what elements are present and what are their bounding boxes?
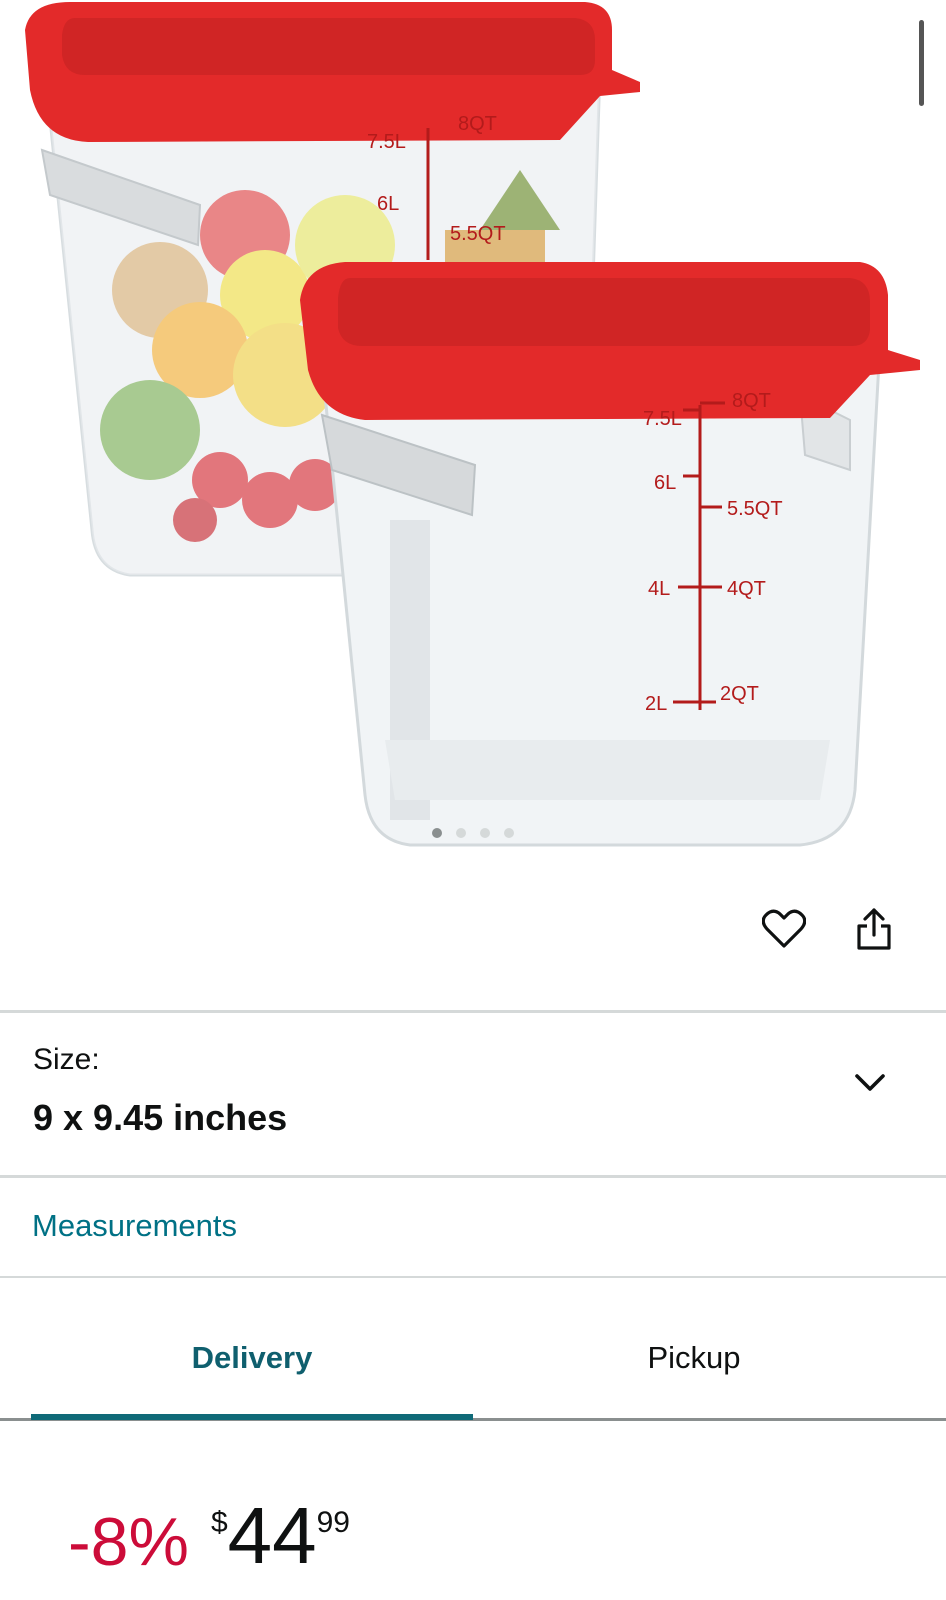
product-actions: [760, 905, 898, 953]
page-scrollbar[interactable]: [919, 20, 924, 106]
wishlist-button[interactable]: [760, 905, 808, 953]
fulfillment-tabs: Delivery Pickup: [0, 1302, 946, 1421]
discount-percent: -8%: [68, 1504, 189, 1580]
back-mark-6l: 6L: [377, 193, 399, 215]
price: $ 44 99: [211, 1490, 350, 1576]
price-whole: 44: [227, 1491, 317, 1580]
front-mark-4l: 4L: [648, 578, 670, 600]
size-label: Size:: [33, 1043, 100, 1076]
front-mark-2l: 2L: [645, 693, 667, 715]
size-selector[interactable]: Size: 9 x 9.45 inches: [0, 1013, 946, 1175]
share-icon: [857, 908, 891, 950]
gallery-dot-3[interactable]: [480, 828, 490, 838]
front-mark-4qt: 4QT: [727, 578, 766, 600]
front-mark-7-5l: 7.5L: [643, 408, 682, 430]
front-mark-8qt: 8QT: [732, 390, 771, 412]
tab-active-indicator: [31, 1414, 473, 1420]
back-mark-7-5l: 7.5L: [367, 131, 406, 153]
front-mark-5-5qt: 5.5QT: [727, 498, 783, 520]
product-image: 7.5L 8QT 6L 5.5QT 7.5L 6L 4L 2L 8QT 5.5Q…: [25, 2, 920, 847]
front-mark-2qt: 2QT: [720, 683, 759, 705]
chevron-down-icon[interactable]: [852, 1065, 888, 1101]
divider-measurements: [0, 1276, 946, 1278]
gallery-dot-1[interactable]: [432, 828, 442, 838]
price-currency-symbol: $: [210, 1506, 228, 1539]
front-mark-6l: 6L: [654, 472, 676, 494]
price-fraction: 99: [316, 1506, 350, 1539]
heart-icon: [762, 909, 806, 948]
back-mark-8qt: 8QT: [458, 113, 497, 135]
share-button[interactable]: [850, 905, 898, 953]
gallery-dot-4[interactable]: [504, 828, 514, 838]
tab-pickup[interactable]: Pickup: [473, 1302, 915, 1414]
size-value: 9 x 9.45 inches: [33, 1097, 288, 1138]
gallery-dot-2[interactable]: [456, 828, 466, 838]
price-row: -8% $ 44 99: [68, 1490, 350, 1590]
tab-delivery[interactable]: Delivery: [31, 1302, 473, 1414]
measurements-link[interactable]: Measurements: [32, 1208, 237, 1244]
product-image-gallery[interactable]: 7.5L 8QT 6L 5.5QT 7.5L 6L 4L 2L 8QT 5.5Q…: [0, 0, 946, 880]
divider-size: [0, 1175, 946, 1178]
back-mark-5-5qt: 5.5QT: [450, 223, 506, 245]
gallery-dots: [0, 828, 946, 838]
